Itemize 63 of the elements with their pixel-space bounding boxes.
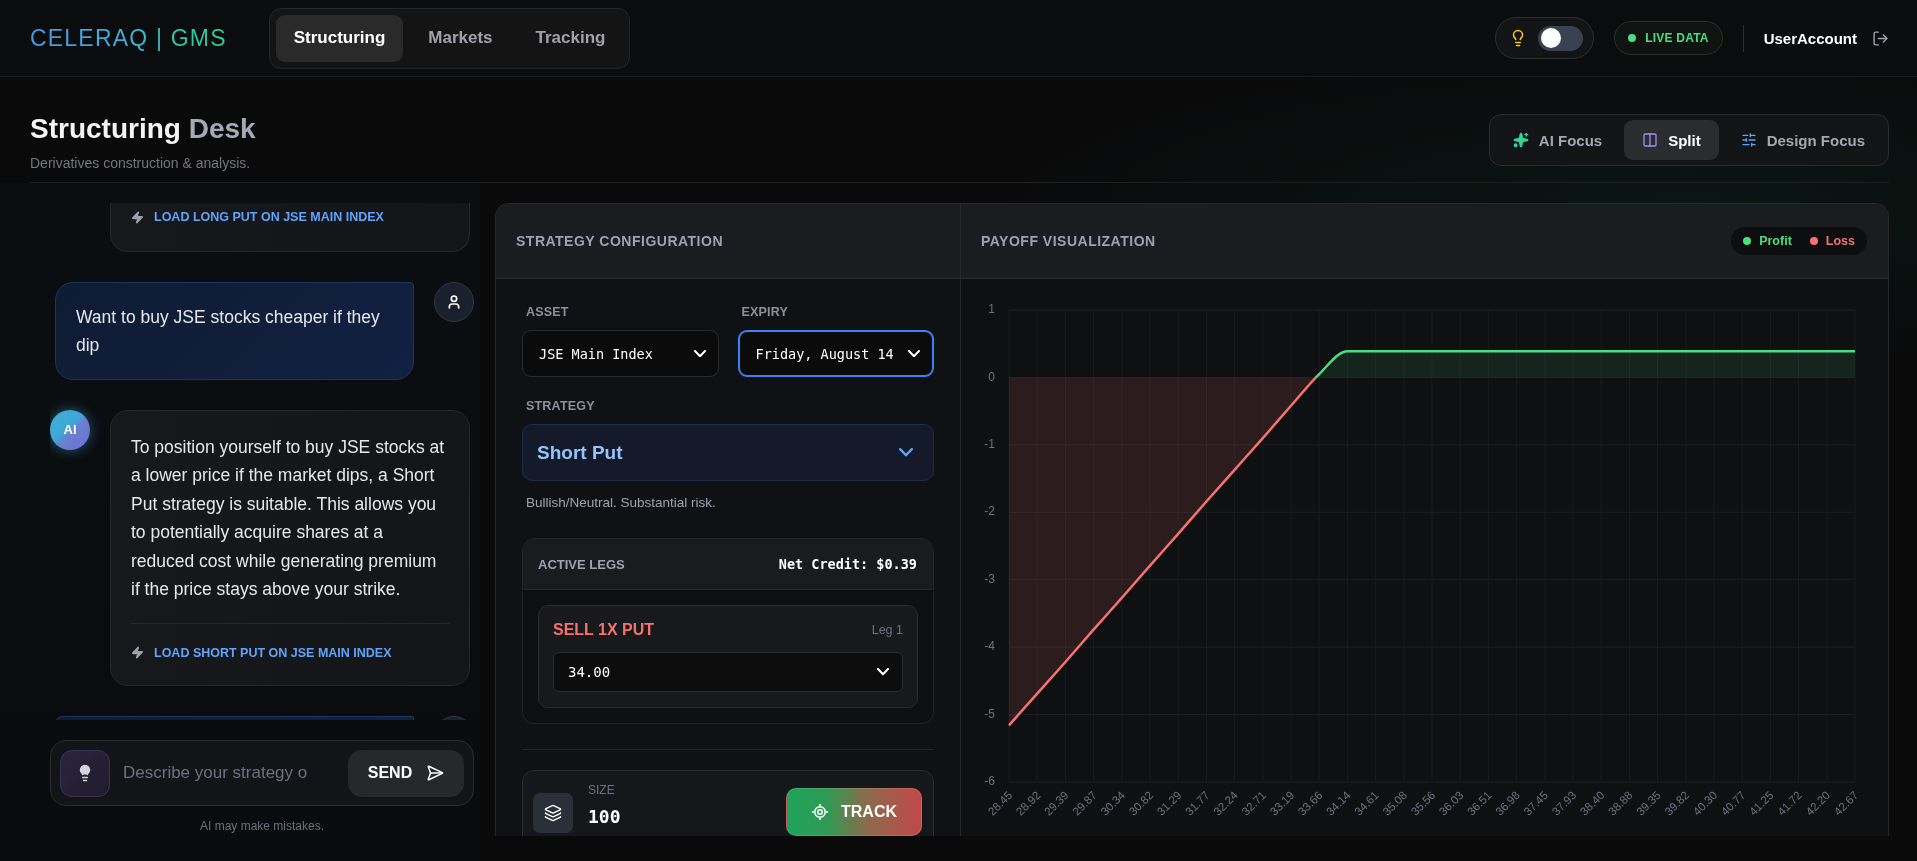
logout-icon[interactable] bbox=[1872, 29, 1889, 47]
bolt-icon bbox=[131, 210, 144, 224]
legend-label: Loss bbox=[1825, 234, 1855, 248]
field-label: EXPIRY bbox=[740, 304, 790, 320]
live-status-text: LIVE DATA bbox=[1645, 31, 1709, 45]
size-value: 100 bbox=[588, 806, 621, 828]
chevron-down-icon bbox=[899, 448, 913, 457]
bolt-icon bbox=[131, 646, 144, 659]
asset-select[interactable]: JSE Main Index bbox=[522, 330, 719, 377]
sliders-icon bbox=[1740, 132, 1757, 148]
net-credit-text: Net Credit: $0.39 bbox=[778, 556, 917, 572]
load-strategy-button[interactable]: LOAD LONG PUT ON JSE MAIN INDEX bbox=[131, 209, 384, 225]
load-strategy-button[interactable]: LOAD SHORT PUT ON JSE MAIN INDEX bbox=[131, 644, 392, 661]
page-subtitle: Derivatives construction & analysis. bbox=[30, 155, 252, 172]
strategy-description: Bullish/Neutral. Substantial risk. bbox=[525, 494, 717, 512]
disclaimer-text: AI may make mistakes. bbox=[199, 818, 325, 834]
strategy-select[interactable]: Short Put bbox=[522, 424, 934, 481]
leg-action: SELL 1X PUT bbox=[553, 621, 655, 639]
chevron-down-icon bbox=[908, 349, 920, 358]
view-mode-button[interactable]: Split bbox=[1624, 120, 1719, 160]
user-name: UserAccount bbox=[1763, 29, 1857, 47]
track-button[interactable]: TRACK bbox=[786, 788, 922, 836]
layers-icon bbox=[533, 793, 573, 833]
sparkle-icon bbox=[1512, 132, 1529, 148]
chat-input-field[interactable]: Describe your strategy o SEND bbox=[50, 740, 474, 806]
user-avatar-icon bbox=[434, 281, 474, 322]
theme-switch[interactable] bbox=[1538, 25, 1584, 51]
y-axis-label: -3 bbox=[984, 571, 995, 586]
leg-number: Leg 1 bbox=[871, 623, 903, 637]
view-mode-button[interactable]: Design Focus bbox=[1722, 120, 1883, 160]
send-icon bbox=[426, 764, 445, 782]
strike-select[interactable]: 34.00 bbox=[553, 652, 903, 692]
section-title: STRATEGY CONFIGURATION bbox=[516, 233, 723, 249]
field-label: STRATEGY bbox=[525, 398, 596, 414]
legs-title: ACTIVE LEGS bbox=[538, 556, 625, 572]
message-text: Want to buy JSE stocks cheaper if they dip bbox=[76, 305, 381, 357]
message-input[interactable]: Describe your strategy o bbox=[121, 753, 337, 793]
expiry-select[interactable]: Friday, August 14 bbox=[737, 330, 934, 377]
y-axis-label: -5 bbox=[984, 706, 995, 721]
idea-button[interactable] bbox=[60, 749, 110, 797]
y-axis-label: 1 bbox=[988, 302, 995, 317]
y-axis-label: 0 bbox=[988, 369, 995, 384]
y-axis-label: -2 bbox=[984, 504, 995, 519]
send-button[interactable]: SEND bbox=[348, 749, 464, 797]
status-dot-icon bbox=[1628, 34, 1637, 42]
columns-icon bbox=[1642, 132, 1659, 148]
crosshair-icon bbox=[811, 803, 829, 821]
section-title: PAYOFF VISUALIZATION bbox=[981, 233, 1156, 249]
view-mode-button[interactable]: AI Focus bbox=[1494, 120, 1621, 160]
size-label: SIZE bbox=[588, 782, 616, 798]
ai-avatar: AI bbox=[50, 409, 90, 450]
chevron-down-icon bbox=[693, 349, 706, 358]
nav-tab[interactable]: Structuring bbox=[275, 14, 404, 62]
nav-tab[interactable]: Markets bbox=[410, 14, 511, 62]
y-axis-label: -1 bbox=[984, 437, 995, 452]
message-text: To position yourself to buy JSE stocks at a lower price if the market dips, a Short Put strategy is suitable. This allows you to potentially acquire shares at a reduced cost while generating premium if the price stays above your strike. bbox=[131, 435, 446, 601]
y-axis-label: -4 bbox=[984, 639, 995, 654]
page-title: Structuring Desk bbox=[30, 112, 256, 146]
legend-label: Profit bbox=[1759, 234, 1792, 248]
field-label: ASSET bbox=[525, 304, 570, 320]
y-axis-label: -6 bbox=[984, 774, 995, 789]
nav-tab[interactable]: Tracking bbox=[517, 14, 624, 62]
chevron-down-icon bbox=[877, 668, 889, 676]
